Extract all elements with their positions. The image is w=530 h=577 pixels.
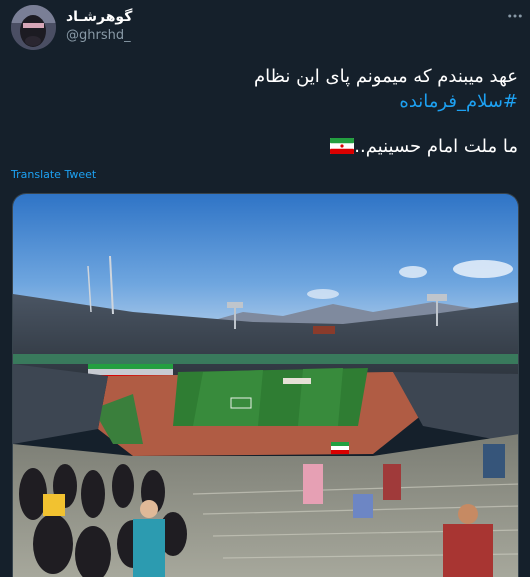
- tweet-photo[interactable]: [12, 193, 519, 577]
- tweet-line-3: ما ملت امام حسینیم..: [78, 134, 518, 159]
- more-horizontal-icon: [508, 14, 522, 18]
- avatar-image: [11, 5, 56, 50]
- iran-flag-icon: [330, 138, 355, 154]
- display-name[interactable]: گوهرشـاد: [66, 9, 132, 25]
- tweet-line-3-text: ما ملت امام حسینیم..: [354, 136, 518, 157]
- tweet-text: عهد میبندم که میمونم پای این نظام #سلام_…: [78, 64, 518, 159]
- avatar[interactable]: [11, 5, 56, 50]
- hashtag-link[interactable]: #سلام_فرمانده: [78, 89, 518, 114]
- translate-tweet-link[interactable]: Translate Tweet: [11, 168, 96, 181]
- stadium-photo: [13, 194, 518, 577]
- user-handle[interactable]: @ghrshd_: [66, 28, 131, 43]
- tweet: گوهرشـاد @ghrshd_ عهد میبندم که میمونم پ…: [0, 0, 530, 577]
- more-options-button[interactable]: [505, 6, 525, 26]
- tweet-line-1: عهد میبندم که میمونم پای این نظام: [253, 66, 518, 87]
